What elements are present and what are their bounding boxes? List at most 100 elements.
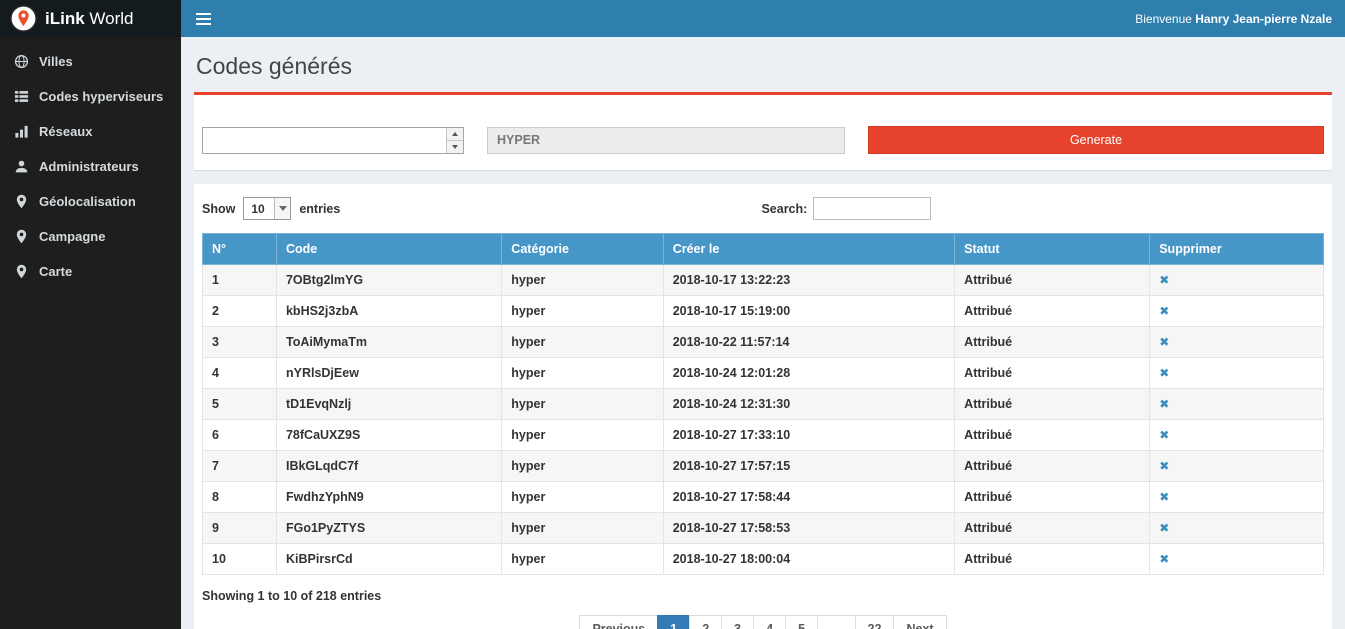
brand-text: iLink World [45,9,133,29]
cell-created: 2018-10-27 18:00:04 [663,544,954,575]
column-header-code[interactable]: Code [276,234,501,265]
table-row: 8FwdhzYphN9hyper2018-10-27 17:58:44Attri… [203,482,1324,513]
page-button-22[interactable]: 22 [855,615,895,629]
page-button-1[interactable]: 1 [657,615,690,629]
cell-status: Attribué [955,265,1150,296]
sidebar-item-codes-hyperviseurs[interactable]: Codes hyperviseurs [0,79,181,114]
page-length-select[interactable]: 10 [243,197,291,220]
table-footer: Showing 1 to 10 of 218 entries Previous1… [202,587,1324,629]
map-marker-icon [14,264,29,279]
cell-num: 1 [203,265,277,296]
sidebar-item-reseaux[interactable]: Réseaux [0,114,181,149]
delete-icon[interactable]: ✖ [1159,273,1169,287]
cell-status: Attribué [955,358,1150,389]
sidebar-item-villes[interactable]: Villes [0,44,181,79]
cell-category: hyper [502,482,663,513]
cell-num: 4 [203,358,277,389]
delete-icon[interactable]: ✖ [1159,304,1169,318]
delete-icon[interactable]: ✖ [1159,459,1169,473]
signal-icon [14,124,29,139]
table-info: Showing 1 to 10 of 218 entries [202,589,381,603]
topbar: iLink World Bienvenue Hanry Jean-pierre … [0,0,1345,37]
cell-created: 2018-10-27 17:57:15 [663,451,954,482]
map-marker-icon [14,229,29,244]
page-button-2[interactable]: 2 [689,615,722,629]
page-button-item[interactable]: … [817,615,856,629]
page-button-4[interactable]: 4 [753,615,786,629]
sidebar-item-geolocalisation[interactable]: Géolocalisation [0,184,181,219]
cell-delete: ✖ [1150,327,1324,358]
cell-num: 6 [203,420,277,451]
page-button-next[interactable]: Next [893,615,946,629]
sidebar-item-label: Carte [39,264,72,279]
column-header-creer-le[interactable]: Créer le [663,234,954,265]
delete-icon[interactable]: ✖ [1159,428,1169,442]
cell-status: Attribué [955,544,1150,575]
cell-delete: ✖ [1150,544,1324,575]
cell-delete: ✖ [1150,358,1324,389]
sidebar-item-campagne[interactable]: Campagne [0,219,181,254]
cell-created: 2018-10-17 15:19:00 [663,296,954,327]
code-count-field[interactable] [203,128,446,153]
codes-table-panel: Show 10 entries Search: [194,184,1332,629]
list-icon [14,89,29,104]
cell-delete: ✖ [1150,296,1324,327]
cell-code: IBkGLqdC7f [276,451,501,482]
delete-icon[interactable]: ✖ [1159,397,1169,411]
brand[interactable]: iLink World [0,0,181,37]
cell-delete: ✖ [1150,513,1324,544]
column-header-n[interactable]: N° [203,234,277,265]
spinner-down-icon[interactable] [447,140,463,153]
cell-category: hyper [502,389,663,420]
cell-num: 10 [203,544,277,575]
cell-created: 2018-10-27 17:58:44 [663,482,954,513]
cell-num: 7 [203,451,277,482]
page-button-5[interactable]: 5 [785,615,818,629]
table-row: 17OBtg2lmYGhyper2018-10-17 13:22:23Attri… [203,265,1324,296]
delete-icon[interactable]: ✖ [1159,552,1169,566]
cell-status: Attribué [955,482,1150,513]
delete-icon[interactable]: ✖ [1159,521,1169,535]
cell-code: nYRlsDjEew [276,358,501,389]
cell-category: hyper [502,544,663,575]
cell-delete: ✖ [1150,389,1324,420]
menu-toggle-icon[interactable] [194,9,213,29]
sidebar-item-carte[interactable]: Carte [0,254,181,289]
cell-code: KiBPirsrCd [276,544,501,575]
cell-num: 3 [203,327,277,358]
column-header-supprimer[interactable]: Supprimer [1150,234,1324,265]
page-button-3[interactable]: 3 [721,615,754,629]
cell-code: 7OBtg2lmYG [276,265,501,296]
table-controls: Show 10 entries Search: [202,197,1324,220]
code-count-input[interactable] [202,127,464,154]
spinner-up-icon[interactable] [447,128,463,140]
page-button-previous[interactable]: Previous [579,615,658,629]
column-header-categorie[interactable]: Catégorie [502,234,663,265]
delete-icon[interactable]: ✖ [1159,335,1169,349]
cell-category: hyper [502,265,663,296]
cell-code: ToAiMymaTm [276,327,501,358]
sidebar-item-administrateurs[interactable]: Administrateurs [0,149,181,184]
cell-category: hyper [502,296,663,327]
generate-button[interactable]: Generate [868,126,1324,154]
column-header-statut[interactable]: Statut [955,234,1150,265]
codes-table: N°CodeCatégorieCréer leStatutSupprimer 1… [202,233,1324,575]
ilink-logo-icon [10,5,37,32]
sidebar-item-label: Réseaux [39,124,92,139]
cell-code: tD1EvqNzlj [276,389,501,420]
cell-category: hyper [502,513,663,544]
cell-created: 2018-10-27 17:58:53 [663,513,954,544]
cell-num: 5 [203,389,277,420]
number-spinner[interactable] [446,128,463,153]
cell-code: FwdhzYphN9 [276,482,501,513]
delete-icon[interactable]: ✖ [1159,366,1169,380]
page-title: Codes générés [194,53,1332,80]
table-row: 7IBkGLqdC7fhyper2018-10-27 17:57:15Attri… [203,451,1324,482]
top-navigation: Bienvenue Hanry Jean-pierre Nzale [181,0,1345,37]
delete-icon[interactable]: ✖ [1159,490,1169,504]
cell-status: Attribué [955,327,1150,358]
generator-form: Generate [202,126,1324,154]
category-input [487,127,845,154]
search-input[interactable] [813,197,931,220]
cell-code: FGo1PyZTYS [276,513,501,544]
